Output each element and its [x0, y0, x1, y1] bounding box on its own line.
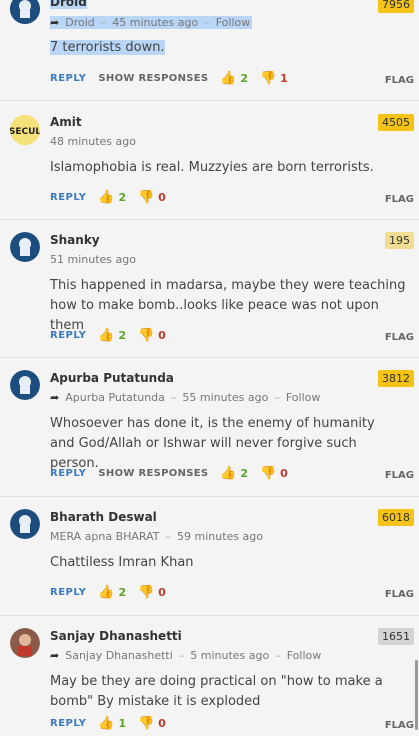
downvote-button[interactable]: 👎 0 [138, 585, 166, 600]
comment-item: SECUL Amit 4505 48 minutes ago Islamopho… [0, 101, 419, 220]
upvote-button[interactable]: 👍 2 [220, 71, 248, 86]
comment-time: 45 minutes ago [112, 16, 199, 29]
reply-button[interactable]: REPLY [50, 587, 86, 598]
show-responses-button[interactable]: SHOW RESPONSES [98, 468, 208, 479]
commenter-name[interactable]: Sanjay Dhanashetti [50, 629, 182, 643]
downvote-button[interactable]: 👎 0 [138, 716, 166, 731]
avatar[interactable]: SECUL [10, 115, 40, 145]
avatar[interactable] [10, 370, 40, 400]
comment-meta: ➦ Sanjay Dhanashetti – 5 minutes ago – F… [50, 649, 322, 662]
follow-link[interactable]: Follow [287, 649, 322, 662]
reply-to-name[interactable]: Apurba Putatunda [65, 391, 165, 404]
thumbs-down-icon: 👎 [138, 585, 155, 600]
comment-meta: 51 minutes ago [50, 253, 136, 266]
upvote-button[interactable]: 👍 2 [98, 190, 126, 205]
comment-item: Droid 7956 ➦ Droid – 45 minutes ago – Fo… [0, 0, 419, 101]
thumbs-up-icon: 👍 [98, 328, 115, 343]
user-score-badge: 1651 [378, 628, 414, 645]
comment-time: 59 minutes ago [177, 530, 264, 543]
scrollbar[interactable] [415, 660, 418, 730]
user-score-badge: 6018 [378, 509, 414, 526]
flag-button[interactable]: FLAG [385, 720, 414, 731]
downvote-button[interactable]: 👎 1 [260, 71, 288, 86]
avatar[interactable] [10, 232, 40, 262]
upvote-button[interactable]: 👍 2 [98, 328, 126, 343]
reply-button[interactable]: REPLY [50, 192, 86, 203]
reply-button[interactable]: REPLY [50, 718, 86, 729]
commenter-name[interactable]: Amit [50, 115, 82, 129]
comment-item: Sanjay Dhanashetti 1651 ➦ Sanjay Dhanash… [0, 616, 419, 736]
flag-button[interactable]: FLAG [385, 332, 414, 343]
comment-text: 7 terrorists down. [50, 40, 165, 55]
thumbs-down-icon: 👎 [260, 71, 277, 86]
follow-link[interactable]: Follow [286, 391, 321, 404]
thumbs-up-icon: 👍 [98, 585, 115, 600]
flag-button[interactable]: FLAG [385, 194, 414, 205]
flag-button[interactable]: FLAG [385, 470, 414, 481]
comment-text: Chattiless Imran Khan [50, 555, 194, 570]
reply-arrow-icon: ➦ [50, 649, 60, 662]
follow-link[interactable]: Follow [216, 16, 251, 29]
comment-meta: 48 minutes ago [50, 135, 136, 148]
user-score-badge: 195 [385, 232, 414, 249]
show-responses-button[interactable]: SHOW RESPONSES [98, 73, 208, 84]
thumbs-up-icon: 👍 [98, 190, 115, 205]
commenter-name[interactable]: Shanky [50, 233, 100, 247]
flag-button[interactable]: FLAG [385, 589, 414, 600]
comment-text: This happened in madarsa, maybe they wer… [50, 278, 406, 333]
avatar[interactable] [10, 509, 40, 539]
thumbs-down-icon: 👎 [260, 466, 277, 481]
upvote-button[interactable]: 👍 1 [98, 716, 126, 731]
upvote-button[interactable]: 👍 2 [220, 466, 248, 481]
comment-meta: MERA apna BHARAT – 59 minutes ago [50, 530, 264, 543]
thumbs-down-icon: 👎 [138, 328, 155, 343]
thumbs-down-icon: 👎 [138, 716, 155, 731]
thumbs-up-icon: 👍 [98, 716, 115, 731]
thumbs-up-icon: 👍 [220, 466, 237, 481]
downvote-button[interactable]: 👎 0 [138, 190, 166, 205]
thumbs-down-icon: 👎 [138, 190, 155, 205]
avatar[interactable] [10, 628, 40, 658]
reply-arrow-icon: ➦ [50, 391, 60, 404]
user-score-badge: 3812 [378, 370, 414, 387]
comment-time: 55 minutes ago [182, 391, 269, 404]
avatar[interactable] [10, 0, 40, 24]
downvote-button[interactable]: 👎 0 [138, 328, 166, 343]
reply-button[interactable]: REPLY [50, 73, 86, 84]
comment-item: Shanky 195 51 minutes ago This happened … [0, 220, 419, 358]
reply-to-name[interactable]: Droid [65, 16, 95, 29]
comment-time: 48 minutes ago [50, 135, 136, 148]
comment-meta: ➦ Droid – 45 minutes ago – Follow [50, 16, 253, 29]
commenter-name[interactable]: Bharath Deswal [50, 510, 157, 524]
comment-time: 5 minutes ago [190, 649, 270, 662]
thumbs-up-icon: 👍 [220, 71, 237, 86]
comment-meta: ➦ Apurba Putatunda – 55 minutes ago – Fo… [50, 391, 321, 404]
reply-button[interactable]: REPLY [50, 468, 86, 479]
comment-item: Bharath Deswal 6018 MERA apna BHARAT – 5… [0, 497, 419, 616]
reply-arrow-icon: ➦ [50, 16, 60, 29]
user-score-badge: 7956 [378, 0, 414, 13]
comment-text: May be they are doing practical on "how … [50, 674, 383, 709]
svg-text:SECUL: SECUL [10, 127, 40, 137]
comment-text: Whosoever has done it, is the enemy of h… [50, 416, 375, 471]
user-score-badge: 4505 [378, 114, 414, 131]
upvote-button[interactable]: 👍 2 [98, 585, 126, 600]
commenter-name[interactable]: Apurba Putatunda [50, 371, 174, 385]
comment-text: Islamophobia is real. Muzzyies are born … [50, 160, 374, 175]
downvote-button[interactable]: 👎 0 [260, 466, 288, 481]
comment-item: Apurba Putatunda 3812 ➦ Apurba Putatunda… [0, 358, 419, 497]
reply-to-name[interactable]: Sanjay Dhanashetti [65, 649, 173, 662]
reply-button[interactable]: REPLY [50, 330, 86, 341]
commenter-location: MERA apna BHARAT [50, 530, 160, 543]
flag-button[interactable]: FLAG [385, 75, 414, 86]
commenter-name[interactable]: Droid [50, 0, 87, 9]
comment-time: 51 minutes ago [50, 253, 136, 266]
